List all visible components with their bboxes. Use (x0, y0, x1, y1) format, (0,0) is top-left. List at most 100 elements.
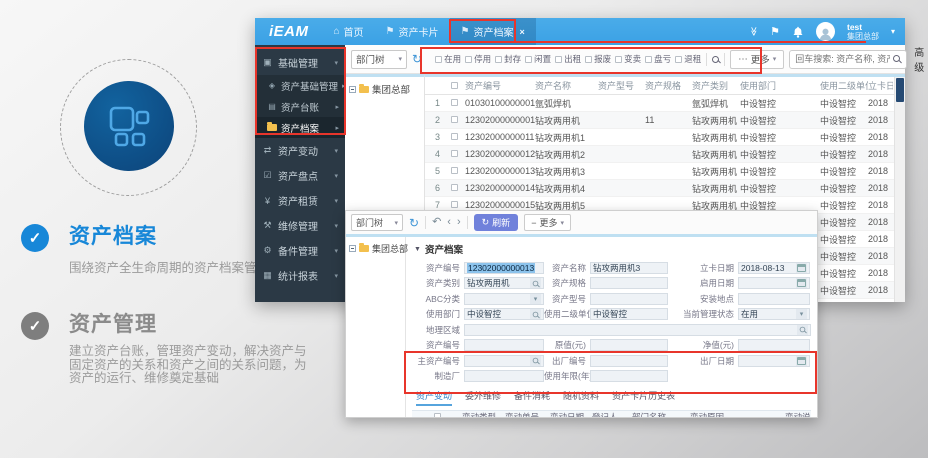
next-icon[interactable]: › (457, 217, 461, 228)
advanced-search-button[interactable]: 高级 (914, 44, 924, 74)
sidebar-item-0-2[interactable]: 资产档案▸ (255, 117, 345, 138)
detail-tab-0[interactable]: 资产变动 (416, 389, 452, 406)
search-icon[interactable] (893, 55, 900, 62)
tree-type-select[interactable]: 部门树▾ (351, 214, 403, 231)
checkbox-icon[interactable] (465, 56, 472, 63)
field-input-出厂日期[interactable] (738, 355, 810, 367)
row-checkbox[interactable] (445, 166, 465, 176)
field-input-使用部门[interactable]: 中设智控 (464, 308, 544, 320)
detail-tab-4[interactable]: 资产卡片历史表 (612, 389, 675, 406)
tree-root-node[interactable]: 集团总部 (349, 242, 402, 255)
checkbox-icon[interactable] (451, 150, 458, 157)
tree-type-select[interactable]: 部门树▾ (351, 50, 407, 69)
column-header-7[interactable]: 立卡日期 (868, 79, 893, 92)
checkbox-icon[interactable] (451, 99, 458, 106)
status-filter-5[interactable]: 报废 (585, 53, 611, 65)
column-header-0[interactable]: 资产编号 (465, 79, 535, 92)
field-input-原值(元)[interactable] (590, 339, 668, 351)
dropdown-caret-icon[interactable]: ▾ (530, 294, 541, 304)
sidebar-group-1[interactable]: ⇄资产变动▾ (255, 138, 345, 163)
refresh-icon[interactable]: ↻ (412, 53, 422, 65)
search-input[interactable] (789, 50, 907, 69)
checkbox-icon[interactable] (435, 56, 442, 63)
subtable-column-0[interactable]: 变动类型 (462, 411, 505, 417)
field-input-资产编号[interactable] (464, 339, 544, 351)
sidebar-group-0[interactable]: ▣基础管理▾ (255, 50, 345, 75)
column-header-2[interactable]: 资产型号 (598, 79, 645, 92)
field-input-使用年限(年)[interactable] (590, 370, 668, 382)
user-info[interactable]: test 集团总部 (847, 23, 879, 41)
field-input-资产类别[interactable]: 钻攻两用机 (464, 277, 544, 289)
subtable-column-5[interactable]: 变动原因 (690, 411, 785, 417)
checkbox-icon[interactable] (585, 56, 592, 63)
undo-icon[interactable]: ↶ (432, 217, 441, 228)
field-input-立卡日期[interactable]: 2018-08-13 (738, 262, 810, 274)
table-row[interactable]: 612302000000014钻攻两用机4钻攻两用机中设智控中设智控2018 (425, 180, 905, 197)
nav-tab-1[interactable]: ⚑资产卡片 (375, 18, 450, 45)
nav-tab-2[interactable]: ⚑资产档案× (450, 18, 536, 45)
status-filter-7[interactable]: 盘亏 (645, 53, 671, 65)
search-icon[interactable] (530, 309, 541, 319)
field-input-资产名称[interactable]: 钻攻两用机3 (590, 262, 668, 274)
checkbox-icon[interactable] (451, 201, 458, 208)
user-avatar[interactable] (816, 22, 835, 41)
subtable-column-2[interactable]: 变动日期 (550, 411, 592, 417)
flag-icon[interactable]: ⚑ (770, 25, 780, 38)
row-checkbox[interactable] (445, 98, 465, 108)
calendar-icon[interactable] (796, 263, 807, 273)
search-icon[interactable] (712, 56, 719, 63)
field-input-主资产编号[interactable] (464, 355, 544, 367)
search-icon[interactable] (797, 325, 808, 335)
detail-tab-3[interactable]: 随机资料 (563, 389, 599, 406)
column-header-5[interactable]: 使用部门 (740, 79, 820, 92)
status-filter-0[interactable]: 在用 (435, 53, 461, 65)
table-row[interactable]: 212302000000001钻攻两用机11钻攻两用机中设智控中设智控2018 (425, 112, 905, 129)
field-input-资产型号[interactable] (590, 293, 668, 305)
status-filter-2[interactable]: 封存 (495, 53, 521, 65)
sidebar-group-6[interactable]: ▦统计报表▾ (255, 263, 345, 288)
select-all-checkbox[interactable] (445, 81, 465, 91)
sidebar-group-2[interactable]: ☑资产盘点▾ (255, 163, 345, 188)
field-input-当前管理状态[interactable]: 在用▾ (738, 308, 810, 320)
scrollbar-thumb[interactable] (896, 78, 904, 102)
bell-icon[interactable] (792, 26, 804, 38)
table-row[interactable]: 512302000000013钻攻两用机3钻攻两用机中设智控中设智控2018 (425, 163, 905, 180)
user-menu-caret-icon[interactable]: ▾ (891, 27, 895, 36)
subtable-column-4[interactable]: 部门名称 (632, 411, 690, 417)
row-checkbox[interactable] (445, 115, 465, 125)
form-section-header[interactable]: ▼ 资产档案 (414, 242, 811, 256)
calendar-icon[interactable] (796, 278, 807, 288)
nav-tab-0[interactable]: ⌂首页 (323, 18, 375, 45)
table-row[interactable]: 312302000000011钻攻两用机1钻攻两用机中设智控中设智控2018 (425, 129, 905, 146)
more-button[interactable]: ⋯ 更多▾ (730, 50, 784, 69)
status-filter-8[interactable]: 退租 (675, 53, 701, 65)
subtable-column-3[interactable]: 登记人 (592, 411, 632, 417)
checkbox-icon[interactable] (645, 56, 652, 63)
field-input-启用日期[interactable] (738, 277, 810, 289)
collapse-chevron-icon[interactable]: ≫ (748, 27, 759, 36)
field-input-资产编号[interactable]: 12302000000013 (464, 262, 544, 274)
status-filter-6[interactable]: 变卖 (615, 53, 641, 65)
tree-expand-icon[interactable] (349, 245, 356, 252)
status-filter-1[interactable]: 停用 (465, 53, 491, 65)
field-input-地理区域[interactable] (464, 324, 811, 336)
sidebar-item-0-0[interactable]: ◈资产基础管理▸ (255, 75, 345, 96)
checkbox-icon[interactable] (555, 56, 562, 63)
row-checkbox[interactable] (445, 149, 465, 159)
field-input-出厂编号[interactable] (590, 355, 668, 367)
checkbox-icon[interactable] (451, 133, 458, 140)
field-input-净值(元)[interactable] (738, 339, 810, 351)
status-filter-3[interactable]: 闲置 (525, 53, 551, 65)
refresh-button[interactable]: ↻ 刷新 (474, 214, 519, 231)
detail-tab-2[interactable]: 备件消耗 (514, 389, 550, 406)
column-header-6[interactable]: 使用二级单位 (820, 79, 868, 92)
calendar-icon[interactable] (796, 356, 807, 366)
field-input-资产规格[interactable] (590, 277, 668, 289)
row-checkbox[interactable] (445, 132, 465, 142)
sidebar-group-4[interactable]: ⚒维修管理▾ (255, 213, 345, 238)
checkbox-icon[interactable] (451, 82, 458, 89)
dropdown-caret-icon[interactable]: ▾ (796, 309, 807, 319)
field-input-安装地点[interactable] (738, 293, 810, 305)
field-input-制造厂[interactable] (464, 370, 544, 382)
detail-tab-1[interactable]: 委外维修 (465, 389, 501, 406)
